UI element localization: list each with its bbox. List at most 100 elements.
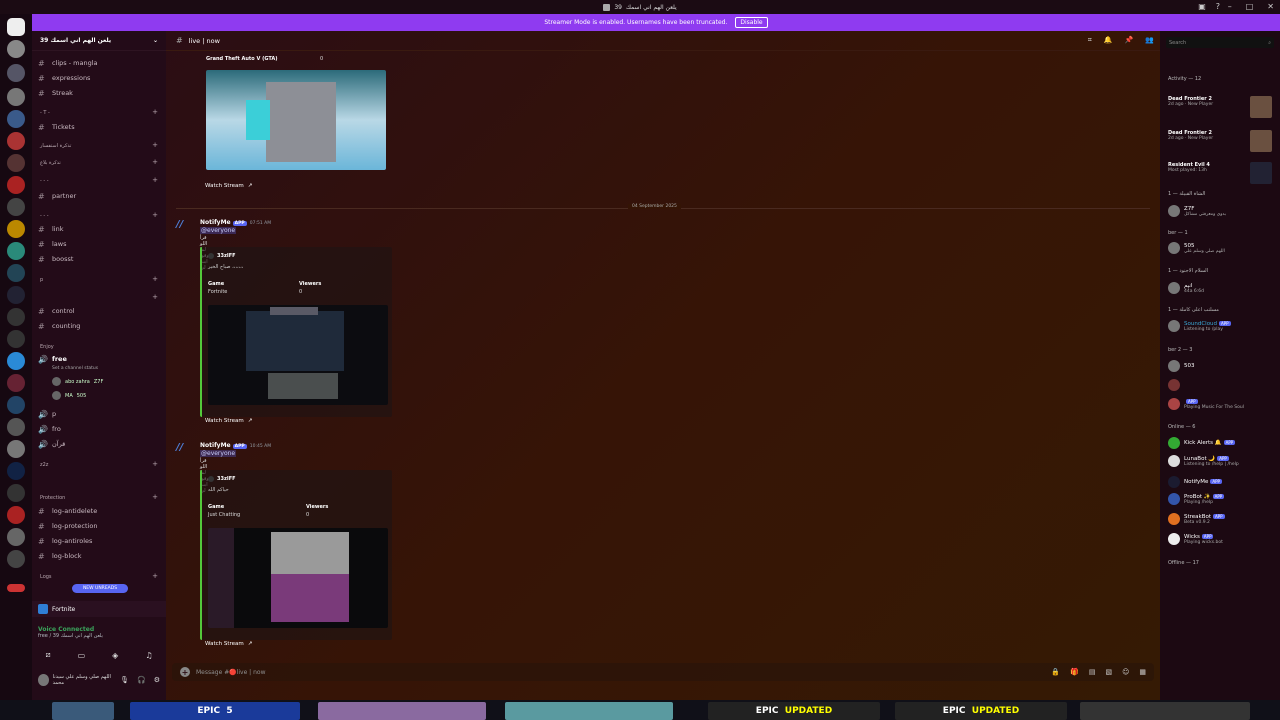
add-channel-icon[interactable]: + bbox=[152, 211, 158, 219]
activities-icon[interactable]: ◈ bbox=[112, 651, 118, 660]
server-icon[interactable] bbox=[7, 440, 25, 458]
channel-item[interactable]: # expressions bbox=[38, 71, 90, 85]
activity-bar[interactable]: Fortnite bbox=[32, 601, 166, 617]
settings-gear-icon[interactable]: ⚙ bbox=[154, 676, 160, 684]
taskbar-tile[interactable] bbox=[1080, 702, 1250, 720]
member-item[interactable]: LunaBot 🌙 APP Listening to /help | /help bbox=[1168, 455, 1276, 467]
voice-user[interactable]: MA 505 bbox=[52, 391, 86, 400]
member-item[interactable]: 505 اللهم صلي وسلم علي bbox=[1168, 242, 1276, 254]
search-input[interactable]: Search ⌕ bbox=[1166, 37, 1274, 48]
gif-icon[interactable]: ▤ bbox=[1089, 668, 1096, 676]
direct-messages-icon[interactable] bbox=[7, 18, 25, 36]
close-button[interactable]: ✕ bbox=[1267, 2, 1274, 11]
channel-item[interactable]: # log-antidelete bbox=[38, 504, 97, 518]
server-icon[interactable] bbox=[7, 462, 25, 480]
minimize-button[interactable]: – bbox=[1228, 2, 1232, 11]
member-item[interactable]: Z7F بدوي ومعرفتي مشاكل bbox=[1168, 205, 1276, 217]
server-icon[interactable] bbox=[7, 506, 25, 524]
server-icon[interactable] bbox=[7, 352, 25, 370]
taskbar-tile[interactable]: EPIC UPDATED bbox=[708, 702, 880, 720]
activity-item[interactable]: Resident Evil 4 Most played: 13h bbox=[1168, 162, 1272, 184]
apps-icon[interactable]: ▦ bbox=[1139, 668, 1146, 676]
server-icon[interactable] bbox=[7, 418, 25, 436]
activity-item[interactable]: Dead Frontier 2 2d ago · New Player bbox=[1168, 130, 1272, 152]
lock-icon[interactable]: 🔒 bbox=[1051, 668, 1060, 676]
server-icon[interactable] bbox=[7, 374, 25, 392]
server-icon[interactable] bbox=[7, 550, 25, 568]
server-icon[interactable] bbox=[7, 396, 25, 414]
taskbar-tile[interactable]: EPIC 5 bbox=[130, 702, 300, 720]
member-item[interactable]: SoundCloud APP Listening to /play bbox=[1168, 320, 1276, 332]
camera-icon[interactable]: ⧄ bbox=[46, 650, 51, 660]
server-icon[interactable] bbox=[7, 40, 25, 58]
message-composer[interactable]: + Message #🔴live | now 🔒 🎁 ▤ ▧ ☺ ▦ bbox=[172, 663, 1154, 681]
gift-icon[interactable]: 🎁 bbox=[1070, 668, 1079, 676]
server-icon[interactable] bbox=[7, 242, 25, 260]
category-label[interactable]: Logs bbox=[40, 574, 52, 580]
server-icon[interactable] bbox=[7, 176, 25, 194]
emoji-icon[interactable]: ☺ bbox=[1122, 668, 1129, 676]
channel-item[interactable]: # log-block bbox=[38, 549, 82, 563]
member-item[interactable]: انيم 44a 6:6d bbox=[1168, 282, 1276, 294]
server-icon[interactable] bbox=[7, 286, 25, 304]
channel-item[interactable]: # Tickets bbox=[38, 120, 75, 134]
add-channel-icon[interactable]: + bbox=[152, 293, 158, 301]
help-icon[interactable]: ? bbox=[1216, 2, 1220, 11]
category-label[interactable]: تذكرة استفسار bbox=[40, 143, 71, 149]
server-icon[interactable] bbox=[7, 528, 25, 546]
server-icon[interactable] bbox=[7, 110, 25, 128]
member-item[interactable]: ProBot ✨ APP Playing /help bbox=[1168, 493, 1276, 505]
channel-item[interactable]: # laws bbox=[38, 237, 67, 251]
add-channel-icon[interactable]: + bbox=[152, 460, 158, 468]
channel-item[interactable]: # log-antiroles bbox=[38, 534, 92, 548]
member-item[interactable]: Kick Alerts 🔔 APP bbox=[1168, 437, 1276, 449]
author-name[interactable]: NotifyMe bbox=[200, 219, 231, 226]
add-channel-icon[interactable]: + bbox=[152, 572, 158, 580]
notifyme-avatar-icon[interactable]: // bbox=[176, 442, 192, 458]
channel-item[interactable]: # log-protection bbox=[38, 519, 97, 533]
member-item[interactable] bbox=[1168, 379, 1276, 391]
mention[interactable]: @everyone bbox=[200, 227, 237, 234]
taskbar-tile[interactable] bbox=[52, 702, 114, 720]
watch-stream-link[interactable]: Watch Stream ↗ bbox=[205, 418, 252, 424]
composer-placeholder[interactable]: Message #🔴live | now bbox=[196, 669, 266, 676]
channel-item[interactable]: # counting bbox=[38, 319, 80, 333]
server-icon[interactable] bbox=[7, 154, 25, 172]
add-attachment-icon[interactable]: + bbox=[180, 667, 190, 677]
channel-item[interactable]: # boosst bbox=[38, 252, 73, 266]
category-label[interactable]: - T - bbox=[40, 110, 50, 116]
category-label[interactable]: تذكرة بلاغ bbox=[40, 160, 61, 166]
server-icon[interactable] bbox=[7, 132, 25, 150]
stream-thumbnail[interactable] bbox=[208, 305, 388, 405]
taskbar-tile[interactable] bbox=[318, 702, 486, 720]
screenshare-icon[interactable]: ▭ bbox=[78, 651, 86, 660]
member-item[interactable]: Wicks APP Playing wicks.bot bbox=[1168, 533, 1276, 545]
category-label[interactable]: p bbox=[40, 277, 43, 283]
category-label[interactable]: - - - bbox=[40, 178, 49, 184]
inbox-icon[interactable]: ▣ bbox=[1198, 2, 1206, 11]
server-icon[interactable] bbox=[7, 330, 25, 348]
activity-item[interactable]: Dead Frontier 2 2d ago · New Player bbox=[1168, 96, 1272, 118]
add-channel-icon[interactable]: + bbox=[152, 158, 158, 166]
voice-channel-item[interactable]: 🔊 p bbox=[38, 407, 56, 421]
taskbar-tile[interactable] bbox=[505, 702, 673, 720]
member-item[interactable]: 503 bbox=[1168, 360, 1276, 372]
notifyme-avatar-icon[interactable]: // bbox=[176, 219, 192, 235]
members-icon[interactable]: 👥 bbox=[1145, 36, 1154, 45]
server-icon[interactable] bbox=[7, 198, 25, 216]
channel-item[interactable]: # link bbox=[38, 222, 64, 236]
add-channel-icon[interactable]: + bbox=[152, 141, 158, 149]
voice-user[interactable]: abo zahra Z7F bbox=[52, 377, 103, 386]
voice-channel-item[interactable]: 🔊 free bbox=[38, 352, 67, 366]
disable-streamer-button[interactable]: Disable bbox=[735, 17, 768, 28]
category-label[interactable]: Protection bbox=[40, 495, 65, 501]
server-icon[interactable] bbox=[7, 484, 25, 502]
channel-item[interactable]: # partner bbox=[38, 189, 76, 203]
embed-author[interactable]: 33zIFF bbox=[208, 253, 236, 259]
maximize-button[interactable]: □ bbox=[1246, 2, 1254, 11]
server-icon[interactable] bbox=[7, 264, 25, 282]
headphones-icon[interactable]: 🎧 bbox=[137, 676, 146, 684]
mention[interactable]: @everyone bbox=[200, 450, 237, 457]
watch-stream-link[interactable]: Watch Stream ↗ bbox=[205, 641, 252, 647]
add-channel-icon[interactable]: + bbox=[152, 108, 158, 116]
